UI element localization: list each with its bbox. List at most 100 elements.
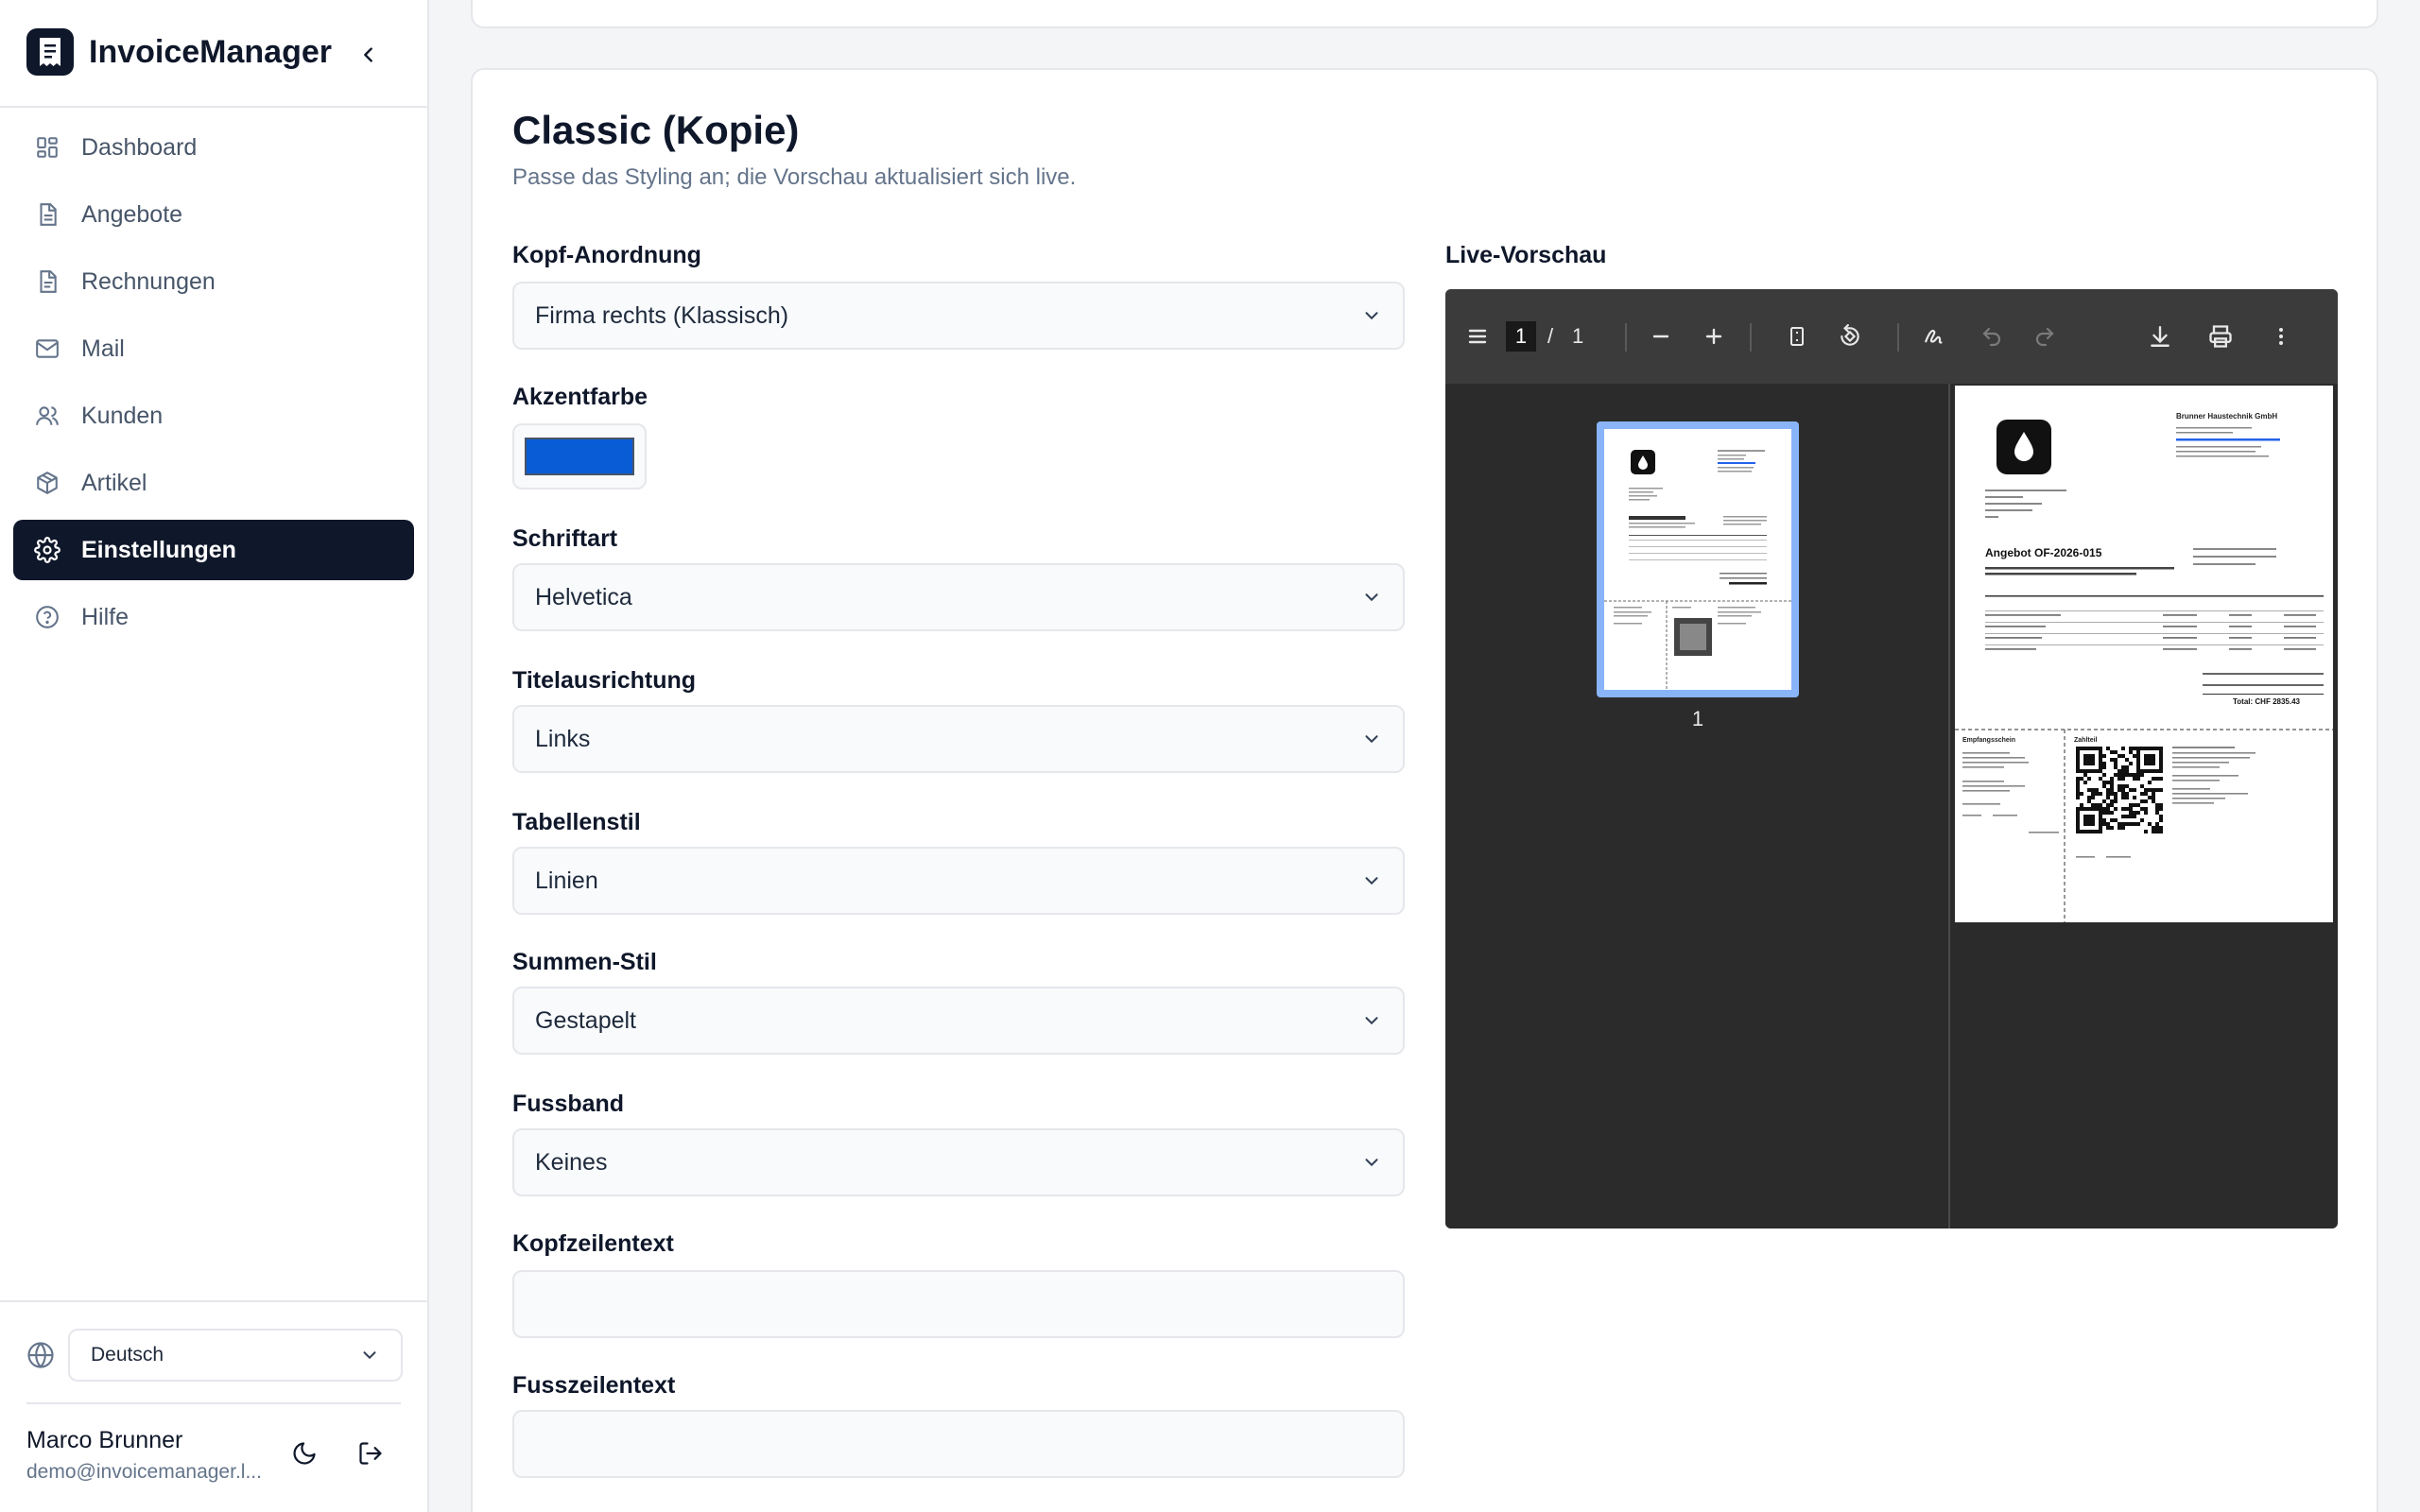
sidebar-item-kunden[interactable]: Kunden [13,386,414,446]
pdf-toolbar: 1 / 1 [1445,289,2338,384]
help-icon [32,602,62,632]
zoom-out-button[interactable] [1642,318,1680,355]
dashboard-icon [32,132,62,163]
select-value: Gestapelt [535,1006,637,1034]
gear-icon [32,535,62,565]
divider [0,1300,427,1302]
page-title: Classic (Kopie) [512,108,800,152]
sidebar-item-angebote[interactable]: Angebote [13,184,414,245]
language-value: Deutsch [91,1344,164,1366]
print-icon [2209,325,2232,348]
print-button[interactable] [2202,318,2239,355]
doc-total: Total: CHF 2835.43 [2233,697,2300,706]
doc-company: Brunner Haustechnik GmbH [2176,412,2278,421]
sidebar-item-hilfe[interactable]: Hilfe [13,587,414,647]
theme-toggle-button[interactable] [285,1435,323,1472]
language-select[interactable]: Deutsch [68,1329,403,1382]
select-value: Helvetica [535,583,632,610]
footer-text-label: Fusszeilentext [512,1372,676,1399]
select-value: Keines [535,1148,608,1176]
undo-button[interactable] [1973,318,2011,355]
footer-band-select[interactable]: Keines [512,1128,1405,1196]
sidebar-item-dashboard[interactable]: Dashboard [13,117,414,178]
totals-style-label: Summen-Stil [512,949,657,975]
thumbnail-pane: 1 [1445,384,1950,1228]
font-select[interactable]: Helvetica [512,563,1405,631]
download-button[interactable] [2141,318,2179,355]
table-style-label: Tabellenstil [512,809,641,835]
zoom-in-button[interactable] [1695,318,1733,355]
sidebar-item-mail[interactable]: Mail [13,318,414,379]
accent-color-label: Akzentfarbe [512,384,648,410]
brand: InvoiceManager [26,28,332,76]
page-subtitle: Passe das Styling an; die Vorschau aktua… [512,164,1077,190]
toolbar-divider [1625,323,1627,352]
previous-card [471,0,2378,28]
qr-code [2076,747,2163,833]
pdf-viewer: 1 / 1 1 Brunner Haustechnik GmbH Angebot… [1445,289,2338,1228]
logout-button[interactable] [352,1435,389,1472]
undo-icon [1982,327,2001,347]
menu-icon [1468,329,1487,344]
sidebar-item-einstellungen[interactable]: Einstellungen [13,520,414,580]
select-value: Firma rechts (Klassisch) [535,301,789,329]
sidebar-item-label: Dashboard [81,133,198,161]
toolbar-divider [1897,323,1899,352]
chevron-down-icon [1361,305,1382,326]
accent-color-swatch [525,438,634,475]
minus-icon [1652,335,1669,338]
thumbnail-page [1604,429,1791,690]
rotate-button[interactable] [1831,318,1869,355]
page-number-input[interactable]: 1 [1506,321,1536,352]
toolbar-divider [1750,323,1752,352]
collapse-sidebar-button[interactable] [350,36,388,74]
sidebar-item-rechnungen[interactable]: Rechnungen [13,251,414,312]
totals-style-select[interactable]: Gestapelt [512,987,1405,1055]
page-thumbnail[interactable] [1597,421,1799,697]
invoice-logo-icon [26,28,74,76]
header-layout-select[interactable]: Firma rechts (Klassisch) [512,282,1405,350]
app-name: InvoiceManager [89,33,332,70]
chevron-down-icon [1361,1010,1382,1031]
header-layout-label: Kopf-Anordnung [512,242,701,268]
footer-band-label: Fussband [512,1091,625,1117]
sidebar-toggle-button[interactable] [1459,318,1496,355]
sidebar-item-label: Mail [81,335,125,362]
logout-icon [359,1442,382,1465]
header-text-label: Kopfzeilentext [512,1230,674,1257]
footer-text-input[interactable] [512,1410,1405,1478]
header-text-input[interactable] [512,1270,1405,1338]
accent-color-picker[interactable] [512,423,647,490]
sidebar-item-label: Kunden [81,402,164,429]
language-row: Deutsch [26,1329,403,1382]
title-align-label: Titelausrichtung [512,667,697,694]
doc-payment-title: Zahlteil [2074,737,2098,744]
chevron-down-icon [1361,1152,1382,1173]
annotate-button[interactable] [1916,318,1954,355]
table-style-select[interactable]: Linien [512,847,1405,915]
rotate-icon [1841,324,1859,346]
divider [26,1402,401,1404]
doc-title: Angebot OF-2026-015 [1985,546,2102,559]
chevron-down-icon [1361,587,1382,608]
sidebar-item-label: Einstellungen [81,536,236,563]
doc-receipt-title: Empfangsschein [1962,737,2016,744]
thumbnail-page-number: 1 [1691,707,1704,730]
select-value: Links [535,725,591,752]
fit-page-button[interactable] [1778,318,1816,355]
sidebar-item-artikel[interactable]: Artikel [13,453,414,513]
title-align-select[interactable]: Links [512,705,1405,773]
page-total: 1 [1572,324,1584,348]
redo-button[interactable] [2026,318,2064,355]
plus-icon [1705,328,1722,345]
document-icon [32,266,62,297]
user-email: demo@invoicemanager.l... [26,1461,262,1483]
moon-icon [293,1442,316,1465]
more-vertical-icon [2279,328,2283,345]
redo-icon [2035,327,2054,347]
more-options-button[interactable] [2262,318,2300,355]
package-icon [32,468,62,498]
sidebar-item-label: Hilfe [81,603,130,630]
font-label: Schriftart [512,525,618,552]
chevron-down-icon [359,1345,380,1366]
